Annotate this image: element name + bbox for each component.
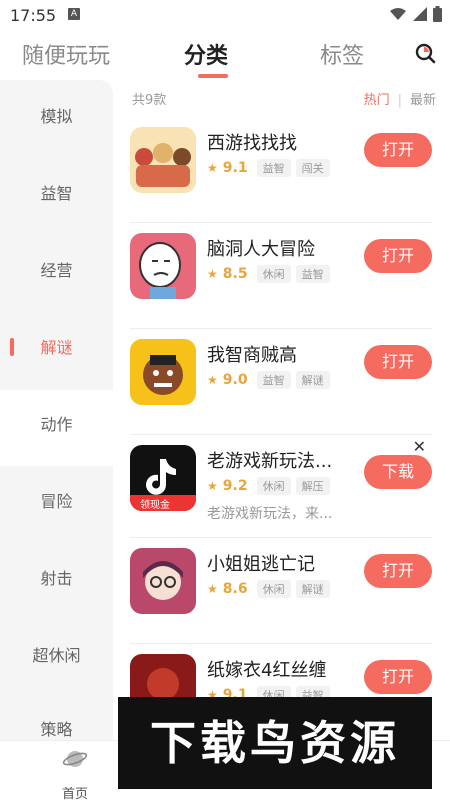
- game-score: 8.5: [222, 266, 248, 282]
- ad-badge: 领现金: [140, 500, 170, 511]
- sort-options: 热门 | 最新: [364, 89, 436, 108]
- search-icon[interactable]: [414, 42, 436, 64]
- game-tag: 闯关: [295, 159, 330, 177]
- game-count: 共9款: [132, 93, 167, 108]
- game-tag: 休闲: [256, 265, 291, 283]
- sidebar-item-action[interactable]: 动作: [0, 395, 113, 455]
- game-name: 老游戏新玩法...: [207, 451, 333, 472]
- game-tag: 解压: [295, 477, 330, 495]
- sidebar-item-casual[interactable]: 超休闲: [0, 626, 113, 686]
- star-icon: ★: [207, 161, 218, 175]
- open-button[interactable]: 打开: [364, 345, 432, 379]
- sidebar-item-shooting[interactable]: 射击: [0, 549, 113, 609]
- star-icon: ★: [207, 373, 218, 387]
- star-icon: ★: [207, 479, 218, 493]
- game-name: 脑洞人大冒险: [207, 239, 315, 260]
- list-item[interactable]: 西游找找找 ★ 9.1 益智 闯关 打开: [130, 117, 432, 223]
- open-button[interactable]: 打开: [364, 133, 432, 167]
- notification-icon: A: [68, 8, 80, 20]
- wifi-icon: [390, 8, 406, 20]
- signal-icon: [413, 7, 427, 21]
- list-item[interactable]: 脑洞人大冒险 ★ 8.5 休闲 益智 打开: [130, 223, 432, 329]
- game-tag: 解谜: [295, 580, 330, 598]
- nav-home[interactable]: 首页: [52, 747, 98, 802]
- game-score: 9.1: [222, 160, 248, 176]
- star-icon: ★: [207, 267, 218, 281]
- sidebar-item-simulation[interactable]: 模拟: [0, 87, 113, 147]
- watermark-logo: 下载鸟资源: [118, 697, 432, 789]
- planet-icon: [62, 751, 88, 767]
- top-tabs: 随便玩玩 分类 标签: [0, 30, 450, 82]
- tab-tags[interactable]: 标签: [320, 38, 364, 70]
- game-tag: 益智: [295, 265, 330, 283]
- game-icon-naodong: [130, 233, 196, 299]
- game-tag: 益智: [256, 159, 291, 177]
- status-bar: 17:55 A: [0, 0, 450, 30]
- game-desc: 老游戏新玩法，来...: [207, 506, 333, 522]
- open-button[interactable]: 打开: [364, 660, 432, 694]
- ad-list-item[interactable]: ✕ 领现金 老游戏新玩法... ★ 9.2 休闲 解压 老游戏新玩法，来... …: [130, 435, 432, 538]
- nav-home-label: 首页: [61, 787, 88, 802]
- battery-icon: [433, 6, 442, 22]
- game-icon-xiyou: [130, 127, 196, 193]
- game-tag: 解谜: [295, 371, 330, 389]
- game-name: 小姐姐逃亡记: [207, 554, 315, 575]
- status-time: 17:55: [10, 6, 57, 25]
- tab-random[interactable]: 随便玩玩: [22, 38, 110, 70]
- game-name: 西游找找找: [207, 133, 297, 154]
- game-score: 8.6: [222, 581, 248, 597]
- sidebar-item-mystery[interactable]: 解谜: [0, 318, 113, 378]
- close-icon[interactable]: ✕: [413, 437, 426, 456]
- open-button[interactable]: 打开: [364, 554, 432, 588]
- active-tab-indicator: [198, 74, 228, 78]
- list-item[interactable]: 我智商贼高 ★ 9.0 益智 解谜 打开: [130, 329, 432, 435]
- sidebar-item-management[interactable]: 经营: [0, 241, 113, 301]
- game-tag: 休闲: [256, 477, 291, 495]
- game-tag: 休闲: [256, 580, 291, 598]
- download-button[interactable]: 下载: [364, 455, 432, 489]
- game-name: 我智商贼高: [207, 345, 297, 366]
- sort-divider: |: [397, 93, 402, 108]
- game-icon-xiaojiejie: [130, 548, 196, 614]
- sidebar-item-adventure[interactable]: 冒险: [0, 472, 113, 532]
- category-sidebar: 模拟 益智 经营 解谜 动作 冒险 射击 超休闲 策略: [0, 80, 113, 740]
- list-item[interactable]: 小姐姐逃亡记 ★ 8.6 休闲 解谜 打开: [130, 538, 432, 644]
- game-tag: 益智: [256, 371, 291, 389]
- game-icon-zhishang: [130, 339, 196, 405]
- game-name: 纸嫁衣4红丝缠: [207, 660, 327, 681]
- game-score: 9.0: [222, 372, 248, 388]
- game-score: 9.2: [222, 478, 248, 494]
- game-list: 共9款 热门 | 最新 西游找找找 ★ 9.1 益智 闯关 打开 脑洞人大冒险 ★ …: [113, 80, 450, 740]
- sort-new[interactable]: 最新: [410, 93, 436, 108]
- sidebar-item-puzzle[interactable]: 益智: [0, 164, 113, 224]
- open-button[interactable]: 打开: [364, 239, 432, 273]
- tab-category[interactable]: 分类: [184, 38, 228, 70]
- game-icon-tiktok: 领现金: [130, 445, 196, 511]
- star-icon: ★: [207, 582, 218, 596]
- sort-hot[interactable]: 热门: [364, 93, 390, 108]
